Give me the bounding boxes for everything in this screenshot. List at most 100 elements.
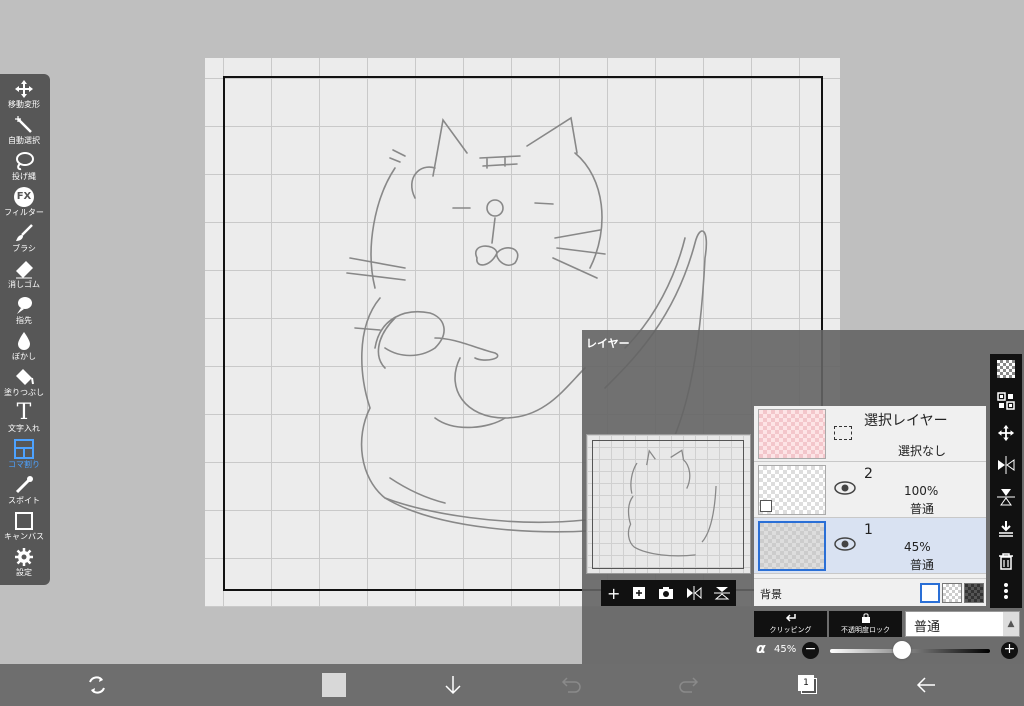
layer-list: 選択レイヤー 選択なし 2 100% 普通 1 45% 普通 [754,406,986,606]
opacity-minus-button[interactable]: − [802,642,819,659]
background-dark-swatch[interactable] [964,583,984,603]
eyedropper-icon [13,474,35,496]
tool-text[interactable]: T 文字入れ [0,402,48,438]
tool-label: 投げ縄 [12,172,36,181]
flip-vertical-icon[interactable] [995,486,1017,508]
qr-icon[interactable] [995,390,1017,412]
tool-label: 移動変形 [8,100,40,109]
tool-label: キャンバス [4,532,44,541]
opacity-lock-label: 不透明度ロック [841,626,890,634]
transparency-icon[interactable] [995,358,1017,380]
more-icon[interactable] [995,580,1017,602]
back-arrow-icon[interactable] [911,670,941,700]
flip-horizontal-icon[interactable] [995,454,1017,476]
camera-icon[interactable] [658,586,674,600]
layer-row-1[interactable]: 1 45% 普通 [754,518,986,574]
color-swatch[interactable] [319,670,349,700]
thumbnail-sketch [627,449,717,557]
background-label: 背景 [760,588,782,601]
magic-wand-icon [13,114,35,136]
move-icon[interactable] [995,422,1017,444]
tool-frame-divider[interactable]: コマ割り [0,438,48,474]
flip-horizontal-icon[interactable] [686,586,702,600]
blend-mode-value: 普通 [914,620,941,635]
clipping-button[interactable]: クリッピング [754,611,827,637]
clipping-label: クリッピング [769,626,812,634]
tool-settings[interactable]: 設定 [0,546,48,582]
layer-opacity: 100% [904,484,939,498]
layer-actions-bar: + [601,580,736,606]
opacity-slider-row: α 45% − + [754,640,1024,662]
merge-down-icon[interactable] [995,518,1017,540]
add-layer-icon[interactable]: + [607,584,620,603]
eye-visibility-icon[interactable] [834,536,856,552]
tool-label: 指先 [16,316,32,325]
background-row: 背景 [754,578,986,606]
redo-icon[interactable] [674,670,704,700]
alpha-value: 45% [774,644,797,655]
tool-label: スポイト [8,496,40,505]
tool-label: フィルター [4,208,44,217]
tool-blur[interactable]: ぼかし [0,330,48,366]
layer-opacity: 45% [904,540,931,554]
clipping-arrow-icon [785,614,796,622]
opacity-plus-button[interactable]: + [1001,642,1018,659]
background-transparent-swatch[interactable] [942,583,962,603]
tool-eyedropper[interactable]: スポイト [0,474,48,510]
tool-palette: 移動変形 自動選択 投げ縄 FX フィルター ブラシ 消しゴム 指先 ぼかし 塗… [0,74,50,585]
tool-magic-wand[interactable]: 自動選択 [0,114,48,150]
layer-thumbnail [758,521,826,571]
selection-marquee-icon [834,426,852,440]
canvas-icon [13,510,35,532]
undo-icon[interactable] [556,670,586,700]
tool-label: ぼかし [12,352,36,361]
tool-eraser[interactable]: 消しゴム [0,258,48,294]
eye-visibility-icon[interactable] [834,480,856,496]
canvas-thumbnail-preview[interactable] [586,434,751,574]
background-white-swatch[interactable] [920,583,940,603]
frame-layer-badge-icon [760,500,772,512]
dropdown-arrow-icon: ▲ [1003,612,1019,636]
tool-label: コマ割り [8,460,40,469]
gear-icon [13,546,35,568]
text-icon: T [13,402,35,424]
layer-row-2[interactable]: 2 100% 普通 [754,462,986,518]
opacity-slider-knob[interactable] [893,641,911,659]
layer-panel: レイヤー + 選択レイヤー 選択なし 2 100% 普通 1 45% 普通 背景… [582,330,1024,664]
selection-layer-row[interactable]: 選択レイヤー 選択なし [754,406,986,462]
layers-icon[interactable]: 1 [793,670,823,700]
layer-panel-title: レイヤー [586,337,630,350]
fx-glyph: FX [14,187,34,207]
flip-vertical-icon[interactable] [713,586,730,600]
trash-icon[interactable] [995,550,1017,572]
page-badge: 1 [798,675,814,691]
tool-brush[interactable]: ブラシ [0,222,48,258]
tool-canvas[interactable]: キャンバス [0,510,48,546]
brush-icon [13,222,35,244]
move-icon [13,78,35,100]
transform-rotate-icon[interactable] [82,670,112,700]
blend-mode-select[interactable]: 普通 ▲ [905,611,1020,637]
download-arrow-icon[interactable] [438,670,468,700]
smudge-icon [13,294,35,316]
lasso-icon [13,150,35,172]
text-glyph: T [16,400,32,425]
tool-lasso[interactable]: 投げ縄 [0,150,48,186]
tool-filter[interactable]: FX フィルター [0,186,48,222]
selection-layer-name: 選択レイヤー [864,413,948,429]
layer-blend-mode: 普通 [910,502,935,516]
add-layer-copy-icon[interactable] [632,586,646,600]
tool-smudge[interactable]: 指先 [0,294,48,330]
tool-label: 塗りつぶし [3,388,45,397]
fill-bucket-icon [13,366,35,388]
lock-icon [861,613,870,623]
tool-label: 設定 [16,568,32,577]
tool-fill[interactable]: 塗りつぶし [0,366,48,402]
alpha-symbol: α [756,641,766,657]
tool-move[interactable]: 移動変形 [0,78,48,114]
opacity-lock-button[interactable]: 不透明度ロック [829,611,902,637]
layer-blend-mode: 普通 [910,558,935,572]
bottom-bar: 1 [0,664,1024,706]
frame-divider-icon [13,438,35,460]
layer-number: 2 [864,466,873,482]
